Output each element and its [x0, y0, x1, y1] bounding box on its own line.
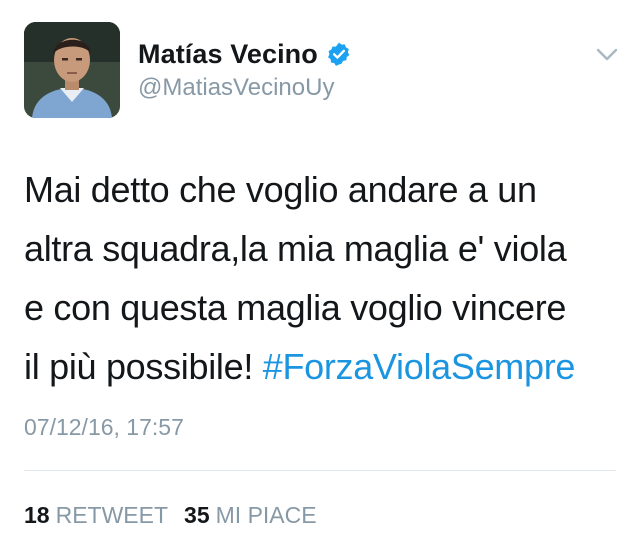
tweet-text-line: Mai detto che voglio andare a un [24, 169, 537, 210]
tweet-text-fragment: il più possibile! [24, 346, 263, 387]
avatar[interactable] [24, 22, 120, 118]
tweet-stats: 18 RETWEET 35 MI PIACE [24, 502, 317, 529]
hashtag-link[interactable]: #ForzaViolaSempre [263, 346, 576, 387]
likes-label: MI PIACE [215, 502, 317, 528]
user-names: Matías Vecino @MatiasVecinoUy [138, 38, 352, 102]
retweets-label: RETWEET [55, 502, 169, 528]
tweet-text: Mai detto che voglio andare a un altra s… [24, 160, 624, 396]
tweet-timestamp[interactable]: 07/12/16, 17:57 [24, 414, 184, 441]
display-name-row: Matías Vecino [138, 38, 352, 70]
chevron-down-icon[interactable] [596, 48, 618, 62]
verified-badge-icon [326, 41, 352, 67]
retweets-count: 18 [24, 502, 50, 528]
tweet-text-line: e con questa maglia voglio vincere [24, 287, 567, 328]
user-handle[interactable]: @MatiasVecinoUy [138, 74, 352, 102]
retweets-stat[interactable]: 18 RETWEET [24, 502, 168, 529]
likes-stat[interactable]: 35 MI PIACE [184, 502, 317, 529]
tweet-text-line: il più possibile! #ForzaViolaSempre [24, 337, 624, 396]
tweet-card: Matías Vecino @MatiasVecinoUy Mai detto … [0, 0, 640, 557]
avatar-image [24, 22, 120, 118]
likes-count: 35 [184, 502, 210, 528]
divider [24, 470, 616, 471]
tweet-header: Matías Vecino @MatiasVecinoUy [24, 22, 620, 118]
tweet-text-line: altra squadra,la mia maglia e' viola [24, 228, 567, 269]
display-name[interactable]: Matías Vecino [138, 39, 318, 70]
